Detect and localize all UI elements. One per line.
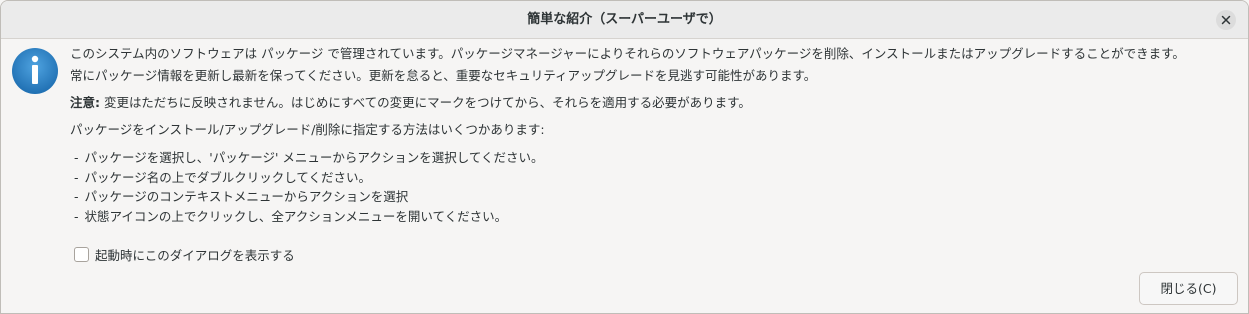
list-item: - パッケージを選択し、'パッケージ' メニューからアクションを選択してください。	[74, 150, 544, 165]
titlebar: 簡単な紹介（スーパーユーザで）	[1, 1, 1248, 39]
close-button[interactable]: 閉じる(C)	[1139, 272, 1238, 305]
info-icon	[12, 48, 58, 94]
list-item: - パッケージ名の上でダブルクリックしてください。	[74, 169, 372, 185]
show-on-startup-checkbox[interactable]	[74, 247, 89, 262]
window-close-button[interactable]	[1216, 10, 1236, 30]
intro-paragraph-1: このシステム内のソフトウェアは パッケージ で管理されています。パッケージマネー…	[70, 46, 1185, 61]
list-item: - 状態アイコンの上でクリックし、全アクションメニューを開いてください。	[74, 208, 508, 224]
note-paragraph: 注意: 変更はただちに反映されません。はじめにすべての変更にマークをつけてから、…	[70, 94, 1240, 112]
show-on-startup-row[interactable]: 起動時にこのダイアログを表示する	[74, 245, 295, 264]
note-text: 変更はただちに反映されません。はじめにすべての変更にマークをつけてから、それらを…	[100, 95, 751, 110]
intro-paragraph-2: 常にパッケージ情報を更新し最新を保ってください。更新を怠ると、重要なセキュリティ…	[70, 68, 817, 83]
methods-heading: パッケージをインストール/アップグレード/削除に指定する方法はいくつかあります:	[70, 122, 545, 137]
close-icon	[1221, 15, 1231, 25]
dialog-title: 簡単な紹介（スーパーユーザで）	[527, 12, 722, 27]
dialog-window: 簡単な紹介（スーパーユーザで） このシステム内のソフトウェアは パッケージ で管…	[0, 0, 1249, 314]
intro-text: このシステム内のソフトウェアは パッケージ で管理されています。パッケージマネー…	[70, 45, 1240, 226]
list-item: - パッケージのコンテキストメニューからアクションを選択	[74, 189, 409, 204]
show-on-startup-label[interactable]: 起動時にこのダイアログを表示する	[95, 245, 295, 264]
note-label: 注意:	[70, 95, 100, 110]
methods-list: - パッケージを選択し、'パッケージ' メニューからアクションを選択してください。…	[70, 148, 1240, 226]
